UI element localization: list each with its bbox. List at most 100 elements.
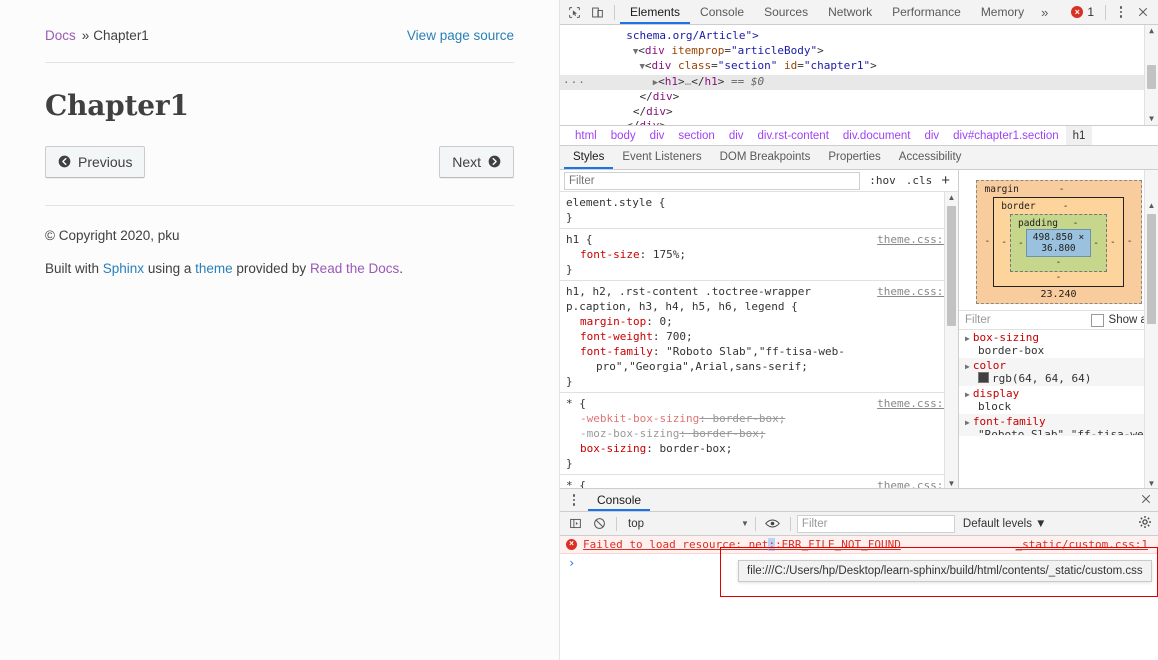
more-options-icon[interactable]	[1111, 6, 1131, 18]
box-model-margin-top[interactable]: -	[1059, 184, 1065, 195]
crumb-div-1[interactable]: div	[643, 130, 672, 142]
css-origin-universal-1[interactable]: theme.css:3	[877, 396, 950, 411]
computed-scroll-up-icon[interactable]: ▲	[1145, 200, 1158, 212]
next-button[interactable]: Next	[439, 146, 514, 178]
scroll-down-icon[interactable]: ▼	[1145, 113, 1158, 125]
crumb-div-rst-content[interactable]: div.rst-content	[751, 130, 836, 142]
tab-elements[interactable]: Elements	[620, 0, 690, 24]
computed-scrollbar[interactable]: ▲ ▼	[1144, 170, 1158, 490]
crumb-html[interactable]: html	[568, 130, 604, 142]
console-context-selector[interactable]: top	[623, 518, 649, 530]
tab-dom-breakpoints[interactable]: DOM Breakpoints	[711, 146, 820, 169]
chevron-down-icon[interactable]: ▼	[741, 519, 749, 528]
styles-scrollbar[interactable]: ▲ ▼	[944, 192, 958, 490]
dom-tree[interactable]: ... schema.org/Article"> ▼<div itemprop=…	[560, 25, 1158, 125]
expand-triangle-icon[interactable]: ▶	[965, 390, 970, 399]
box-model-content-size[interactable]: 498.850 × 36.800	[1026, 229, 1092, 257]
computed-prop-display[interactable]: ▶display block	[959, 386, 1158, 414]
drawer-tab-console[interactable]: Console	[588, 489, 650, 511]
css-prop-webkit-box-sizing-1[interactable]: -webkit-box-sizing	[566, 411, 699, 426]
css-prop-moz-box-sizing-1[interactable]: -moz-box-sizing	[566, 426, 679, 441]
css-val-margin-top[interactable]: 0;	[659, 315, 672, 328]
box-model-border-right[interactable]: -	[1110, 237, 1116, 248]
dom-line-section[interactable]: ▼<div class="section" id="chapter1">	[560, 59, 1158, 75]
console-sidebar-icon[interactable]	[564, 513, 586, 535]
view-page-source-link[interactable]: View page source	[407, 28, 514, 43]
new-style-rule-button[interactable]: +	[937, 174, 954, 188]
show-all-checkbox[interactable]: Show all	[1091, 314, 1152, 327]
computed-filter-input[interactable]: Filter	[965, 314, 1091, 326]
breadcrumb-docs-link[interactable]: Docs	[45, 28, 76, 43]
css-val-font-family[interactable]: "Roboto Slab","ff-tisa-web-	[666, 345, 845, 358]
inspect-element-icon[interactable]	[563, 1, 586, 24]
console-error-source-link[interactable]: _static/custom.css:1	[1016, 538, 1158, 551]
crumb-body[interactable]: body	[604, 130, 643, 142]
box-model-margin-bottom[interactable]: 23.240	[985, 289, 1133, 300]
css-rule-headings[interactable]: theme.css:6 h1, h2, .rst-content .toctre…	[560, 281, 958, 393]
expand-triangle-icon[interactable]: ▶	[965, 418, 970, 427]
dom-line-articlebody[interactable]: ▼<div itemprop="articleBody">	[560, 44, 1158, 60]
dom-line-h1-selected[interactable]: ▶<h1>…</h1> == $0	[560, 75, 1158, 91]
drawer-close-icon[interactable]	[1140, 493, 1158, 508]
css-val-font-family-cont[interactable]: pro","Georgia",Arial,sans-serif;	[566, 359, 952, 374]
computed-prop-color[interactable]: ▶color rgb(64, 64, 64)	[959, 358, 1158, 386]
console-filter-input[interactable]: Filter	[797, 515, 955, 533]
css-val-box-sizing-1[interactable]: border-box;	[659, 442, 732, 455]
box-model-padding-bottom[interactable]: -	[1018, 257, 1099, 268]
drawer-more-options-icon[interactable]	[564, 494, 584, 506]
box-model-border-top[interactable]: -	[1063, 201, 1069, 212]
scroll-up-icon[interactable]: ▲	[1145, 25, 1158, 37]
css-prop-font-family[interactable]: font-family	[566, 344, 653, 359]
hov-toggle-button[interactable]: :hov	[864, 174, 901, 187]
live-expression-icon[interactable]	[762, 513, 784, 535]
dom-tree-scrollbar[interactable]: ▲ ▼	[1144, 25, 1158, 125]
previous-button[interactable]: Previous	[45, 146, 145, 178]
css-val-font-size[interactable]: 175%;	[653, 248, 686, 261]
expand-triangle-icon[interactable]: ▶	[965, 362, 970, 371]
box-model-border[interactable]: border - - padding	[993, 197, 1124, 287]
theme-link[interactable]: theme	[195, 261, 233, 276]
css-val-webkit-box-sizing-1[interactable]: border-box;	[712, 412, 785, 425]
tab-properties[interactable]: Properties	[819, 146, 889, 169]
computed-scrollbar-thumb[interactable]	[1147, 214, 1156, 324]
read-the-docs-link[interactable]: Read the Docs	[310, 261, 399, 276]
css-origin-h1[interactable]: theme.css:6	[877, 232, 950, 247]
box-model-padding-top[interactable]: -	[1073, 218, 1079, 229]
css-rule-h1[interactable]: theme.css:6 h1 { font-size: 175%; }	[560, 229, 958, 281]
scrollbar-thumb[interactable]	[1147, 65, 1156, 89]
crumb-div-3[interactable]: div	[917, 130, 946, 142]
color-swatch[interactable]	[978, 372, 989, 383]
styles-scroll-up-icon[interactable]: ▲	[945, 192, 958, 204]
css-val-font-weight[interactable]: 700;	[666, 330, 693, 343]
sphinx-link[interactable]: Sphinx	[103, 261, 144, 276]
tab-sources[interactable]: Sources	[754, 0, 818, 24]
tab-styles[interactable]: Styles	[564, 146, 613, 169]
tab-event-listeners[interactable]: Event Listeners	[613, 146, 710, 169]
expand-triangle-icon[interactable]: ▶	[965, 334, 970, 343]
crumb-h1[interactable]: h1	[1066, 126, 1093, 146]
device-toolbar-icon[interactable]	[586, 1, 609, 24]
css-prop-font-weight[interactable]: font-weight	[566, 329, 653, 344]
chevron-double-right-icon[interactable]: »	[1034, 5, 1055, 20]
box-model-padding-right[interactable]: -	[1093, 238, 1099, 249]
box-model-padding-left[interactable]: -	[1018, 238, 1024, 249]
css-val-moz-box-sizing-1[interactable]: border-box;	[693, 427, 766, 440]
error-count-badge[interactable]: × 1	[1065, 5, 1100, 19]
css-rule-universal-1[interactable]: theme.css:3 * { -webkit-box-sizing: bord…	[560, 393, 958, 475]
css-origin-headings[interactable]: theme.css:6	[877, 284, 950, 299]
tab-memory[interactable]: Memory	[971, 0, 1034, 24]
clear-console-icon[interactable]	[588, 513, 610, 535]
styles-filter-input[interactable]	[564, 172, 860, 190]
box-model-border-bottom[interactable]: -	[1001, 272, 1116, 283]
tab-console[interactable]: Console	[690, 0, 754, 24]
box-model-margin-left[interactable]: -	[985, 236, 991, 247]
box-model-margin[interactable]: margin - - border -	[976, 180, 1142, 304]
console-levels-selector[interactable]: Default levels ▼	[957, 518, 1053, 530]
box-model-border-left[interactable]: -	[1001, 237, 1007, 248]
tab-network[interactable]: Network	[818, 0, 882, 24]
cls-toggle-button[interactable]: .cls	[901, 174, 938, 187]
css-rule-element-style[interactable]: element.style { }	[560, 192, 958, 229]
console-error-row[interactable]: × Failed to load resource: net::ERR_FILE…	[560, 536, 1158, 554]
crumb-div-2[interactable]: div	[722, 130, 751, 142]
css-prop-margin-top[interactable]: margin-top	[566, 314, 646, 329]
